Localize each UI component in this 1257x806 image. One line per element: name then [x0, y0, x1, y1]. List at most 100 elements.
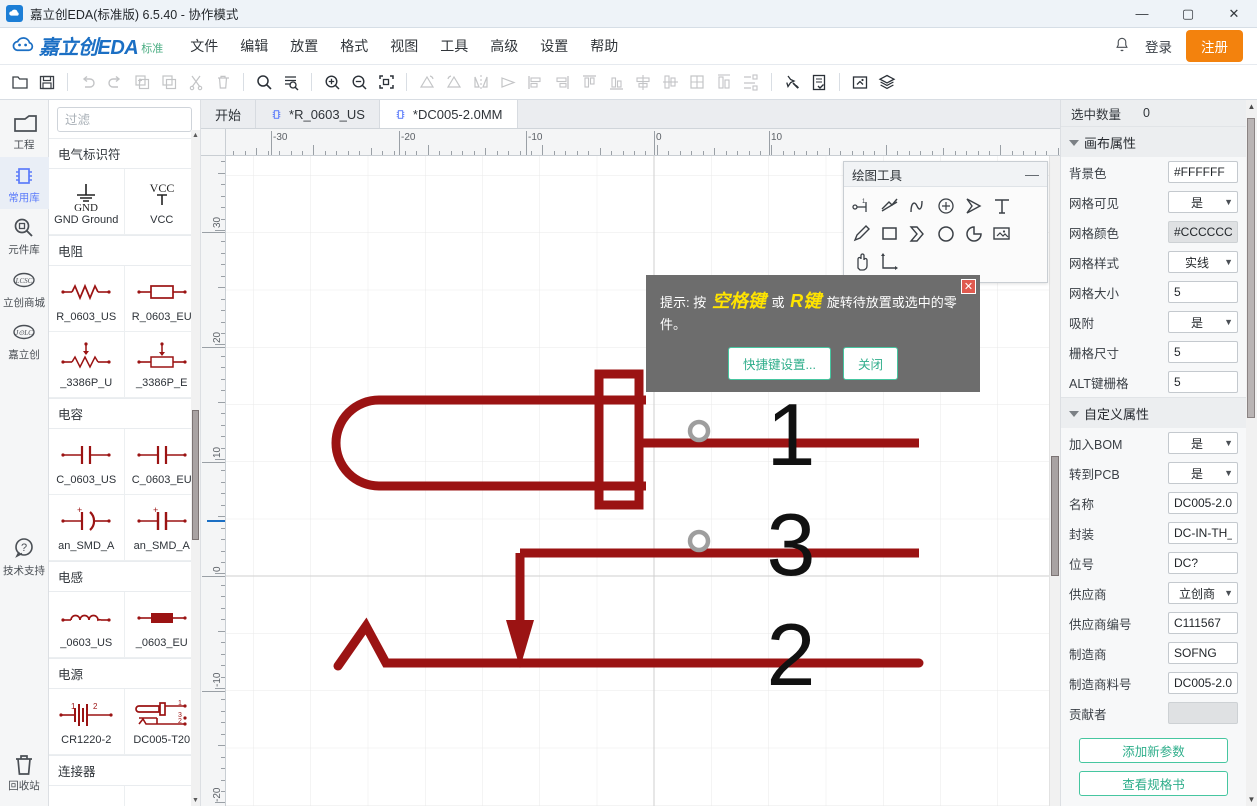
library-item[interactable]: C_0603_EU — [125, 429, 201, 495]
library-scroll-thumb[interactable] — [192, 410, 199, 540]
section-header[interactable]: 画布属性 — [1061, 126, 1246, 157]
library-item[interactable]: +an_SMD_A — [125, 495, 201, 561]
section-button-0[interactable]: 添加新参数 — [1079, 738, 1228, 763]
library-item[interactable]: _0603_US — [49, 592, 125, 658]
library-list[interactable]: 电气标识符GNDGND GroundVCCVCC电阻R_0603_USR_060… — [49, 138, 200, 806]
library-scrollbar[interactable]: ▲ ▼ — [191, 130, 200, 806]
library-item[interactable]: R_0603_EU — [125, 266, 201, 332]
canvas-wrapper[interactable]: 132 -30-20-10010 3020100-10-20 ✕ 提示: 按 空… — [201, 129, 1060, 806]
zoom-out-icon[interactable] — [346, 69, 372, 95]
library-item[interactable]: 1 — [49, 786, 125, 806]
rail-item-3[interactable]: LCSC立创商城 — [0, 262, 49, 315]
menu-item-4[interactable]: 视图 — [379, 30, 429, 62]
menu-item-8[interactable]: 帮助 — [579, 30, 629, 62]
menu-item-7[interactable]: 设置 — [529, 30, 579, 62]
tip-close-button[interactable]: 关闭 — [843, 347, 898, 380]
tab-0[interactable]: 开始 — [201, 100, 256, 128]
library-scroll-up-arrow[interactable]: ▲ — [191, 130, 200, 141]
signup-button[interactable]: 注册 — [1186, 30, 1243, 62]
open-folder-icon[interactable] — [7, 69, 33, 95]
rail-item-5[interactable]: ?技术支持 — [0, 530, 49, 583]
zoom-in-icon[interactable] — [319, 69, 345, 95]
bezier-icon[interactable] — [904, 220, 932, 248]
canvas-scrollbar[interactable] — [1049, 156, 1060, 806]
rail-item-4[interactable]: J⊙LC嘉立创 — [0, 314, 49, 367]
text-icon[interactable] — [988, 192, 1016, 220]
tab-1[interactable]: *R_0603_US — [256, 100, 380, 128]
circle-icon[interactable] — [932, 220, 960, 248]
property-input[interactable] — [1168, 672, 1238, 694]
image-icon[interactable] — [988, 220, 1016, 248]
path-icon[interactable] — [876, 248, 904, 276]
library-item[interactable]: 12CR1220-2 — [49, 689, 125, 755]
login-link[interactable]: 登录 — [1145, 36, 1172, 56]
pencil-icon[interactable] — [848, 220, 876, 248]
layers-icon[interactable] — [874, 69, 900, 95]
menu-item-0[interactable]: 文件 — [179, 30, 229, 62]
library-item[interactable]: +an_SMD_A — [49, 495, 125, 561]
property-select[interactable]: 是▼ — [1168, 191, 1238, 213]
section-button-1[interactable]: 查看规格书 — [1079, 771, 1228, 796]
library-item[interactable]: VCCVCC — [125, 169, 201, 235]
property-select[interactable]: 是▼ — [1168, 462, 1238, 484]
arc-icon[interactable] — [932, 192, 960, 220]
properties-scroll-up-arrow[interactable]: ▲ — [1246, 100, 1257, 113]
collapse-triangle-icon[interactable] — [1069, 411, 1079, 417]
collapse-triangle-icon[interactable] — [1069, 140, 1079, 146]
properties-scroll-thumb[interactable] — [1247, 118, 1255, 418]
magic-wand-icon[interactable] — [779, 69, 805, 95]
save-icon[interactable] — [34, 69, 60, 95]
property-input[interactable] — [1168, 642, 1238, 664]
rect-icon[interactable] — [876, 220, 904, 248]
image-icon[interactable] — [847, 69, 873, 95]
fit-screen-icon[interactable] — [373, 69, 399, 95]
library-item[interactable]: _3386P_E — [125, 332, 201, 398]
spline-icon[interactable] — [904, 192, 932, 220]
library-item[interactable]: _3386P_U — [49, 332, 125, 398]
property-input[interactable] — [1168, 341, 1238, 363]
minimize-button[interactable]: — — [1119, 0, 1165, 28]
menu-item-1[interactable]: 编辑 — [229, 30, 279, 62]
property-select[interactable]: 是▼ — [1168, 311, 1238, 333]
library-item[interactable]: GNDGND Ground — [49, 169, 125, 235]
property-input[interactable] — [1168, 281, 1238, 303]
canvas-scroll-thumb[interactable] — [1051, 456, 1059, 576]
library-item[interactable]: 12 — [125, 786, 201, 806]
properties-scroll-down-arrow[interactable]: ▼ — [1246, 793, 1257, 806]
search-icon[interactable] — [251, 69, 277, 95]
pie-icon[interactable] — [960, 220, 988, 248]
polyline-icon[interactable] — [876, 192, 904, 220]
library-item[interactable]: C_0603_US — [49, 429, 125, 495]
shortcut-settings-button[interactable]: 快捷键设置... — [728, 347, 831, 380]
tip-close-icon[interactable]: ✕ — [961, 279, 976, 294]
library-item[interactable]: 132DC005-T20 — [125, 689, 201, 755]
close-button[interactable]: ✕ — [1211, 0, 1257, 28]
tab-2[interactable]: *DC005-2.0MM — [380, 100, 518, 128]
hand-icon[interactable] — [848, 248, 876, 276]
property-input[interactable] — [1168, 492, 1238, 514]
pin-icon[interactable]: 1 — [848, 192, 876, 220]
property-input[interactable] — [1168, 522, 1238, 544]
property-select[interactable]: 是▼ — [1168, 432, 1238, 454]
menu-item-3[interactable]: 格式 — [329, 30, 379, 62]
maximize-button[interactable]: ▢ — [1165, 0, 1211, 28]
find-list-icon[interactable] — [278, 69, 304, 95]
polygon-icon[interactable] — [960, 192, 988, 220]
menu-item-2[interactable]: 放置 — [279, 30, 329, 62]
property-select[interactable]: 立创商▼ — [1168, 582, 1238, 604]
bell-icon[interactable] — [1113, 36, 1131, 57]
rail-item-recycle-bin[interactable]: 回收站 — [0, 745, 49, 798]
property-input[interactable] — [1168, 371, 1238, 393]
rail-item-0[interactable]: 工程 — [0, 104, 49, 157]
properties-scrollbar[interactable]: ▲ ▼ — [1246, 100, 1257, 806]
property-select[interactable]: 实线▼ — [1168, 251, 1238, 273]
minimize-icon[interactable]: — — [1025, 167, 1039, 181]
rail-item-2[interactable]: 元件库 — [0, 209, 49, 262]
property-input[interactable] — [1168, 161, 1238, 183]
property-input[interactable] — [1168, 612, 1238, 634]
section-header[interactable]: 自定义属性 — [1061, 397, 1246, 428]
menu-item-5[interactable]: 工具 — [429, 30, 479, 62]
menu-item-6[interactable]: 高级 — [479, 30, 529, 62]
property-input[interactable] — [1168, 552, 1238, 574]
filter-input[interactable] — [57, 107, 192, 132]
